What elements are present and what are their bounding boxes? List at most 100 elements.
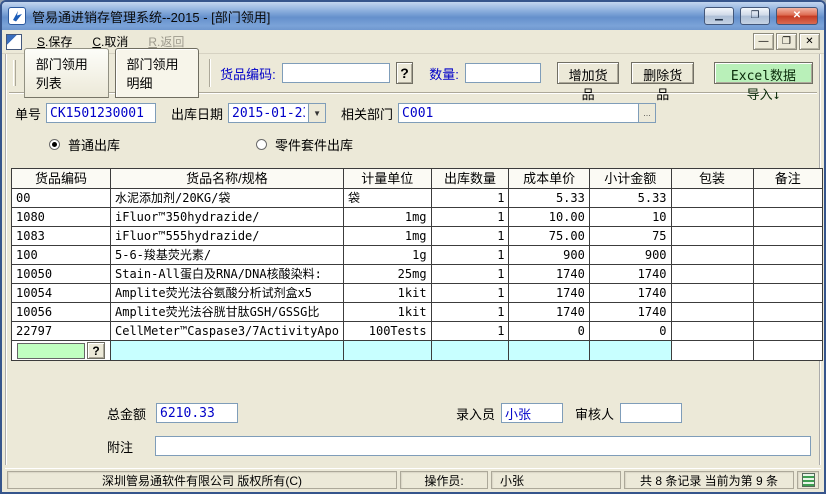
- cell-unit[interactable]: 1kit: [343, 303, 431, 322]
- entry-cell[interactable]: [753, 341, 823, 361]
- entry-lookup-button[interactable]: ?: [87, 342, 105, 359]
- cell-unit[interactable]: 1mg: [343, 208, 431, 227]
- cell-price[interactable]: 5.33: [509, 189, 589, 208]
- cell-qty[interactable]: 1: [431, 303, 509, 322]
- department-input[interactable]: [398, 103, 638, 123]
- cell-package[interactable]: [671, 208, 753, 227]
- entry-code-input[interactable]: [17, 343, 85, 359]
- cell-code[interactable]: 22797: [12, 322, 111, 341]
- cell-qty[interactable]: 1: [431, 284, 509, 303]
- quantity-input[interactable]: [465, 63, 541, 83]
- cell-name[interactable]: Amplite荧光法谷胱甘肽GSH/GSSG比: [111, 303, 344, 322]
- cell-qty[interactable]: 1: [431, 322, 509, 341]
- entry-cell[interactable]: [671, 341, 753, 361]
- total-amount-input[interactable]: [156, 403, 238, 423]
- cell-name[interactable]: Amplite荧光法谷氨酸分析试剂盒x5: [111, 284, 344, 303]
- cell-unit[interactable]: 1kit: [343, 284, 431, 303]
- cell-note[interactable]: [753, 208, 823, 227]
- cell-code[interactable]: 10050: [12, 265, 111, 284]
- close-button[interactable]: ✕: [776, 7, 818, 25]
- add-product-button[interactable]: 增加货品: [557, 62, 620, 84]
- entry-cell[interactable]: [509, 341, 589, 361]
- cell-code[interactable]: 00: [12, 189, 111, 208]
- department-browse-button[interactable]: …: [638, 103, 656, 123]
- cell-name[interactable]: Stain-All蛋白及RNA/DNA核酸染料:: [111, 265, 344, 284]
- cell-subtotal[interactable]: 10: [589, 208, 671, 227]
- order-no-input[interactable]: [46, 103, 156, 123]
- cell-code[interactable]: 100: [12, 246, 111, 265]
- radio-kit-outbound[interactable]: [256, 139, 267, 150]
- cell-subtotal[interactable]: 900: [589, 246, 671, 265]
- cell-name[interactable]: 水泥添加剂/20KG/袋: [111, 189, 344, 208]
- cell-qty[interactable]: 1: [431, 227, 509, 246]
- cell-name[interactable]: iFluor™555hydrazide/: [111, 227, 344, 246]
- cell-note[interactable]: [753, 322, 823, 341]
- cell-note[interactable]: [753, 265, 823, 284]
- cell-package[interactable]: [671, 246, 753, 265]
- cell-name[interactable]: 5-6-羧基荧光素/: [111, 246, 344, 265]
- cell-subtotal[interactable]: 0: [589, 322, 671, 341]
- cell-qty[interactable]: 1: [431, 189, 509, 208]
- cell-price[interactable]: 10.00: [509, 208, 589, 227]
- date-dropdown-button[interactable]: ▼: [308, 103, 326, 123]
- cell-name[interactable]: iFluor™350hydrazide/: [111, 208, 344, 227]
- maximize-icon: ❐: [751, 11, 760, 21]
- cell-unit[interactable]: 25mg: [343, 265, 431, 284]
- cell-package[interactable]: [671, 189, 753, 208]
- cell-qty[interactable]: 1: [431, 208, 509, 227]
- cell-price[interactable]: 75.00: [509, 227, 589, 246]
- cell-package[interactable]: [671, 303, 753, 322]
- entry-cell[interactable]: [589, 341, 671, 361]
- cell-subtotal[interactable]: 1740: [589, 265, 671, 284]
- notes-input[interactable]: [155, 436, 811, 456]
- cell-package[interactable]: [671, 227, 753, 246]
- cell-code[interactable]: 10054: [12, 284, 111, 303]
- cell-note[interactable]: [753, 189, 823, 208]
- outbound-date-input[interactable]: [228, 103, 308, 123]
- entry-cell[interactable]: [111, 341, 344, 361]
- cell-subtotal[interactable]: 1740: [589, 303, 671, 322]
- delete-product-button[interactable]: 删除货品: [631, 62, 694, 84]
- cell-unit[interactable]: 袋: [343, 189, 431, 208]
- cell-subtotal[interactable]: 75: [589, 227, 671, 246]
- cell-code[interactable]: 1083: [12, 227, 111, 246]
- mdi-close-button[interactable]: ✕: [799, 33, 820, 50]
- cell-note[interactable]: [753, 227, 823, 246]
- excel-import-button[interactable]: Excel数据导入↓: [714, 62, 813, 84]
- cell-package[interactable]: [671, 322, 753, 341]
- cell-unit[interactable]: 100Tests: [343, 322, 431, 341]
- cell-code[interactable]: 1080: [12, 208, 111, 227]
- product-code-input[interactable]: [282, 63, 390, 83]
- cell-price[interactable]: 1740: [509, 303, 589, 322]
- cell-note[interactable]: [753, 246, 823, 265]
- cell-note[interactable]: [753, 303, 823, 322]
- cell-note[interactable]: [753, 284, 823, 303]
- cell-subtotal[interactable]: 5.33: [589, 189, 671, 208]
- cell-unit[interactable]: 1g: [343, 246, 431, 265]
- cell-price[interactable]: 900: [509, 246, 589, 265]
- cell-package[interactable]: [671, 265, 753, 284]
- tab-department-detail[interactable]: 部门领用明细: [115, 48, 200, 98]
- mdi-minimize-button[interactable]: —: [753, 33, 774, 50]
- reviewer-input[interactable]: [620, 403, 682, 423]
- cell-qty[interactable]: 1: [431, 265, 509, 284]
- cell-unit[interactable]: 1mg: [343, 227, 431, 246]
- cell-price[interactable]: 1740: [509, 284, 589, 303]
- minimize-button[interactable]: ▁: [704, 7, 734, 25]
- maximize-button[interactable]: ❐: [740, 7, 770, 25]
- product-code-lookup-button[interactable]: ?: [396, 62, 414, 84]
- entry-cell[interactable]: [431, 341, 509, 361]
- cell-price[interactable]: 0: [509, 322, 589, 341]
- cell-code[interactable]: 10056: [12, 303, 111, 322]
- tab-department-list[interactable]: 部门领用列表: [24, 48, 109, 98]
- reviewer-label: 审核人: [575, 404, 614, 423]
- entry-person-input[interactable]: [501, 403, 563, 423]
- radio-normal-outbound[interactable]: [49, 139, 60, 150]
- cell-subtotal[interactable]: 1740: [589, 284, 671, 303]
- mdi-restore-button[interactable]: ❐: [776, 33, 797, 50]
- cell-qty[interactable]: 1: [431, 246, 509, 265]
- cell-package[interactable]: [671, 284, 753, 303]
- cell-price[interactable]: 1740: [509, 265, 589, 284]
- entry-cell[interactable]: [343, 341, 431, 361]
- cell-name[interactable]: CellMeter™Caspase3/7ActivityApo: [111, 322, 344, 341]
